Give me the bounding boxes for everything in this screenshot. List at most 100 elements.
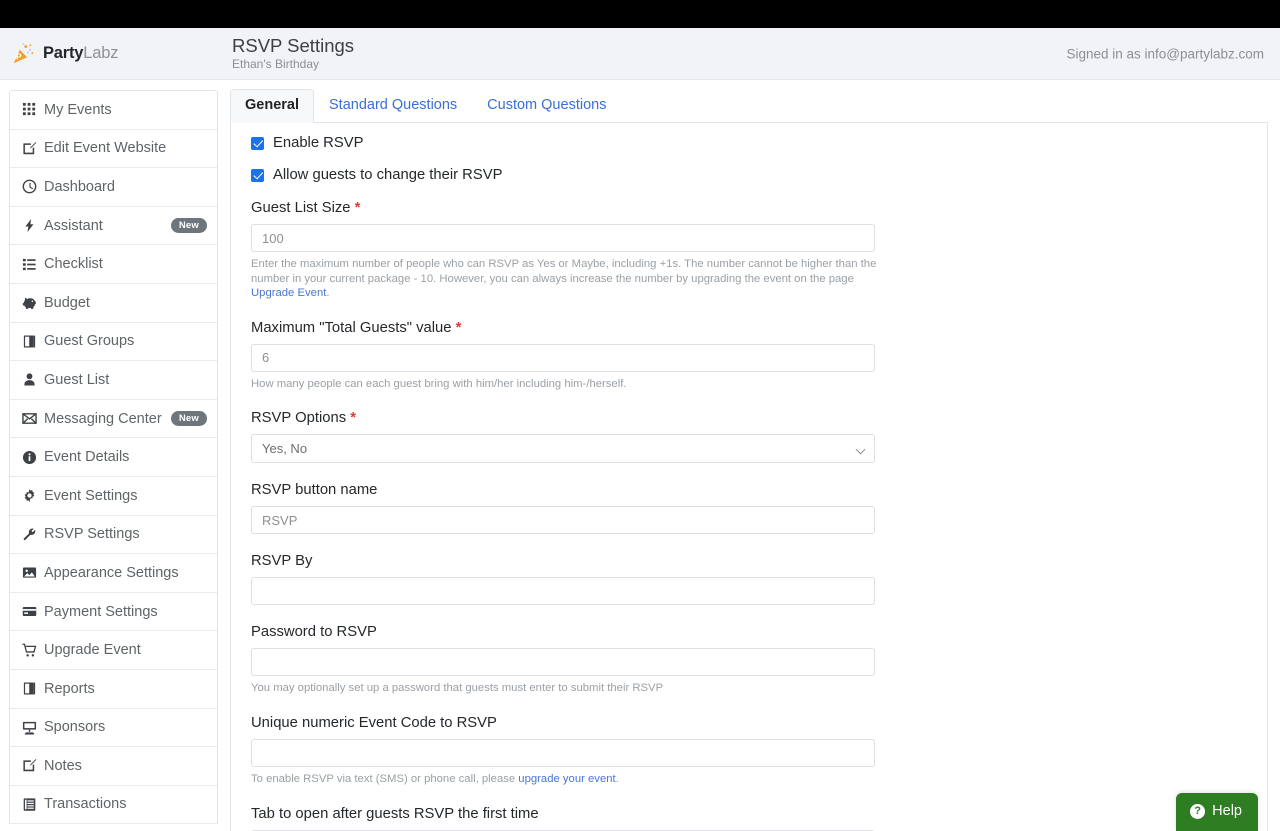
sidebar-item-event-settings[interactable]: Event Settings	[10, 477, 217, 516]
signed-in-status[interactable]: Signed in as info@partylabz.com	[1066, 46, 1264, 61]
sidebar-item-label: Notes	[44, 758, 207, 774]
label-text: Guest List Size	[251, 200, 351, 216]
max-total-guests-hint: How many people can each guest bring wit…	[251, 377, 881, 392]
event-code-label: Unique numeric Event Code to RSVP	[251, 714, 1249, 732]
sidebar-item-label: Guest Groups	[44, 333, 207, 349]
rsvp-options-selected-value[interactable]: Yes, No	[251, 434, 875, 463]
enable-rsvp-checkbox[interactable]	[251, 137, 264, 150]
envelope-icon	[22, 411, 44, 426]
brand-name: PartyLabz	[43, 44, 118, 63]
label-text: RSVP Options	[251, 410, 346, 426]
max-total-guests-input[interactable]	[251, 344, 875, 372]
tab-general[interactable]: General	[230, 89, 314, 123]
event-code-field: Unique numeric Event Code to RSVP To ena…	[251, 714, 1249, 787]
help-button[interactable]: ? Help	[1176, 793, 1258, 831]
clock-icon	[22, 179, 44, 194]
sidebar-item-label: Messaging Center	[44, 411, 171, 427]
rsvp-button-name-label: RSVP button name	[251, 481, 1249, 499]
sidebar-item-notes[interactable]: Notes	[10, 747, 217, 786]
rsvp-options-select[interactable]: Yes, No	[251, 434, 875, 463]
sidebar-item-label: Edit Event Website	[44, 140, 207, 156]
sidebar-item-assistant[interactable]: Assistant New	[10, 207, 217, 246]
edit-square-icon	[22, 141, 44, 156]
required-marker: *	[350, 410, 356, 426]
required-marker: *	[456, 320, 462, 336]
tab-after-rsvp-label: Tab to open after guests RSVP the first …	[251, 805, 1249, 823]
sidebar: My Events Edit Event Website Dashboard	[0, 80, 227, 824]
rsvp-button-name-input[interactable]	[251, 506, 875, 534]
sidebar-item-dashboard[interactable]: Dashboard	[10, 168, 217, 207]
sidebar-item-label: My Events	[44, 102, 207, 118]
book-icon	[22, 681, 44, 696]
sidebar-item-sponsors[interactable]: Sponsors	[10, 709, 217, 748]
password-to-rsvp-input[interactable]	[251, 648, 875, 676]
upgrade-your-event-link[interactable]: upgrade your event	[518, 773, 615, 785]
sidebar-item-payment-settings[interactable]: Payment Settings	[10, 593, 217, 632]
gear-icon	[22, 488, 44, 503]
sidebar-item-my-events[interactable]: My Events	[10, 91, 217, 130]
password-to-rsvp-field: Password to RSVP You may optionally set …	[251, 623, 1249, 696]
hint-text-1: Enter the maximum number of people who c…	[251, 258, 876, 285]
label-text: Maximum "Total Guests" value	[251, 320, 451, 336]
info-circle-icon	[22, 450, 44, 465]
sidebar-item-guest-list[interactable]: Guest List	[10, 361, 217, 400]
sidebar-item-label: Assistant	[44, 218, 171, 234]
enable-rsvp-row[interactable]: Enable RSVP	[251, 135, 1249, 151]
hint-text-1: To enable RSVP via text (SMS) or phone c…	[251, 773, 518, 785]
sidebar-item-label: Upgrade Event	[44, 642, 207, 658]
sidebar-item-transactions[interactable]: Transactions	[10, 786, 217, 825]
grid-icon	[22, 102, 44, 117]
image-icon	[22, 565, 44, 580]
allow-change-rsvp-label[interactable]: Allow guests to change their RSVP	[273, 167, 502, 183]
sidebar-item-appearance-settings[interactable]: Appearance Settings	[10, 554, 217, 593]
sidebar-item-label: Transactions	[44, 796, 207, 812]
allow-change-rsvp-row[interactable]: Allow guests to change their RSVP	[251, 167, 1249, 183]
allow-change-rsvp-checkbox[interactable]	[251, 169, 264, 182]
credit-card-icon	[22, 604, 44, 619]
status-badge: New	[171, 218, 207, 233]
brand-logo[interactable]: P PartyLabz	[0, 41, 230, 67]
sidebar-nav: My Events Edit Event Website Dashboard	[9, 90, 218, 824]
sidebar-item-reports[interactable]: Reports	[10, 670, 217, 709]
book-icon	[22, 334, 44, 349]
sidebar-item-label: Appearance Settings	[44, 565, 207, 581]
sidebar-item-messaging-center[interactable]: Messaging Center New	[10, 400, 217, 439]
main-content: General Standard Questions Custom Questi…	[227, 80, 1280, 831]
required-marker: *	[355, 200, 361, 216]
sidebar-item-edit-event-website[interactable]: Edit Event Website	[10, 130, 217, 169]
guest-list-size-field: Guest List Size * Enter the maximum numb…	[251, 199, 1249, 301]
event-code-input[interactable]	[251, 739, 875, 767]
password-to-rsvp-hint: You may optionally set up a password tha…	[251, 681, 881, 696]
sidebar-item-event-details[interactable]: Event Details	[10, 438, 217, 477]
cart-icon	[22, 643, 44, 658]
sidebar-item-label: Budget	[44, 295, 207, 311]
hint-text-2: .	[326, 287, 329, 299]
question-circle-icon: ?	[1190, 804, 1205, 819]
ledger-icon	[22, 797, 44, 812]
sidebar-item-upgrade-event[interactable]: Upgrade Event	[10, 631, 217, 670]
app-header: P PartyLabz RSVP Settings Ethan's Birthd…	[0, 28, 1280, 80]
tab-standard-questions[interactable]: Standard Questions	[314, 89, 472, 123]
sidebar-item-rsvp-settings[interactable]: RSVP Settings	[10, 516, 217, 555]
tab-bar: General Standard Questions Custom Questi…	[230, 90, 1268, 123]
upgrade-event-link[interactable]: Upgrade Event	[251, 287, 326, 299]
list-icon	[22, 257, 44, 272]
brand-name-bold: Party	[43, 44, 83, 62]
rsvp-options-label: RSVP Options *	[251, 409, 1249, 427]
guest-list-size-label: Guest List Size *	[251, 199, 1249, 217]
sidebar-item-label: Reports	[44, 681, 207, 697]
app-body: My Events Edit Event Website Dashboard	[0, 80, 1280, 831]
max-total-guests-field: Maximum "Total Guests" value * How many …	[251, 319, 1249, 392]
page-title-block: RSVP Settings Ethan's Birthday	[230, 35, 354, 72]
sidebar-item-checklist[interactable]: Checklist	[10, 245, 217, 284]
enable-rsvp-label[interactable]: Enable RSVP	[273, 135, 363, 151]
sidebar-item-guest-groups[interactable]: Guest Groups	[10, 323, 217, 362]
status-badge: New	[171, 411, 207, 426]
guest-list-size-input[interactable]	[251, 224, 875, 252]
sidebar-item-label: Guest List	[44, 372, 207, 388]
page-root: P PartyLabz RSVP Settings Ethan's Birthd…	[0, 0, 1280, 831]
sidebar-item-budget[interactable]: Budget	[10, 284, 217, 323]
rsvp-by-input[interactable]	[251, 577, 875, 605]
sidebar-item-label: Event Settings	[44, 488, 207, 504]
tab-custom-questions[interactable]: Custom Questions	[472, 89, 621, 123]
